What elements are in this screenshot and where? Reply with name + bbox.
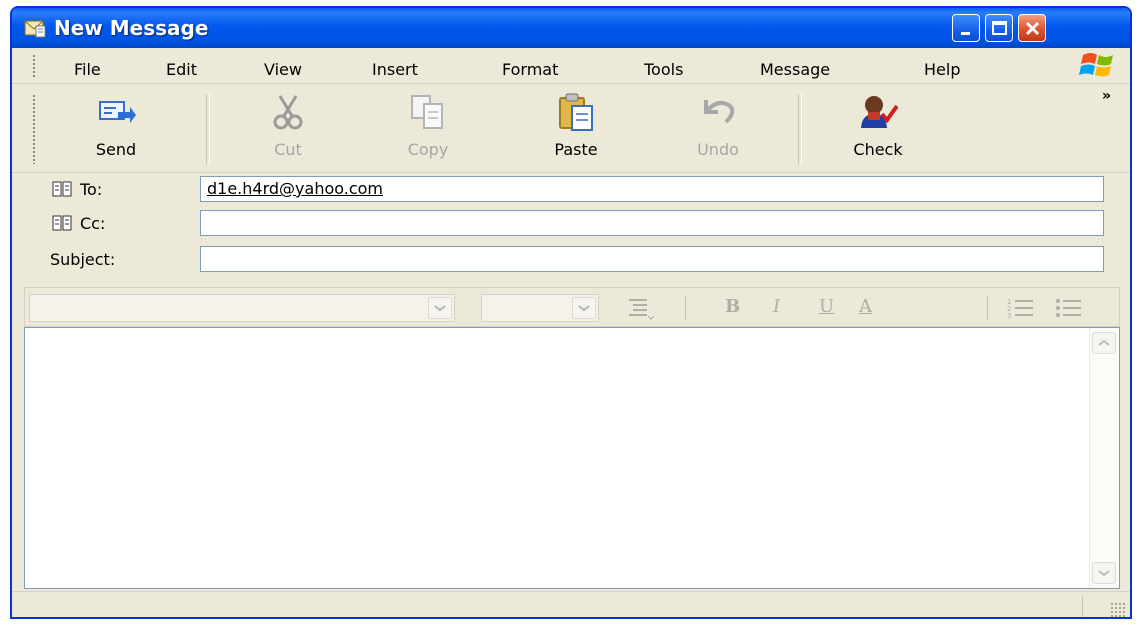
scroll-down-button[interactable] (1092, 562, 1116, 584)
close-button[interactable] (1018, 14, 1046, 42)
window-title: New Message (54, 16, 209, 40)
bold-button[interactable]: B (725, 296, 740, 317)
address-book-icon[interactable] (52, 215, 72, 231)
chevron-down-icon (428, 297, 452, 319)
resize-grip[interactable] (1110, 602, 1126, 617)
to-label[interactable]: To: (80, 180, 102, 199)
menu-message[interactable]: Message (760, 60, 830, 79)
font-name-select[interactable] (29, 294, 455, 322)
status-separator (1082, 596, 1083, 617)
numbered-list-icon[interactable]: 123 (1007, 296, 1035, 324)
toolbar-separator (206, 94, 210, 164)
menu-file[interactable]: File (74, 60, 101, 79)
cc-row: Cc: (12, 208, 1130, 240)
bulleted-list-icon[interactable] (1055, 296, 1083, 324)
cut-label: Cut (274, 140, 302, 159)
scroll-up-button[interactable] (1092, 332, 1116, 354)
send-button[interactable]: Send (76, 88, 156, 168)
message-body[interactable] (24, 327, 1120, 589)
toolbar-separator (798, 94, 802, 164)
check-label: Check (853, 140, 903, 159)
undo-label: Undo (697, 140, 739, 159)
undo-icon (698, 92, 738, 132)
italic-button[interactable]: I (773, 296, 780, 317)
address-book-icon[interactable] (52, 181, 72, 197)
maximize-button[interactable] (985, 14, 1013, 42)
format-separator (987, 296, 988, 320)
check-spelling-icon (858, 92, 899, 132)
chevron-down-icon (572, 297, 596, 319)
close-icon (1025, 21, 1040, 36)
paste-label: Paste (554, 140, 598, 159)
app-envelope-icon (24, 18, 46, 38)
scissors-icon (268, 92, 308, 132)
copy-icon (408, 92, 448, 132)
toolbar-overflow-chevron[interactable]: » (1102, 88, 1111, 104)
chevron-up-icon (1098, 339, 1110, 346)
copy-label: Copy (407, 140, 449, 159)
minimize-icon (961, 32, 970, 35)
maximize-icon (992, 21, 1007, 35)
menu-insert[interactable]: Insert (372, 60, 418, 79)
cc-label[interactable]: Cc: (80, 214, 105, 233)
format-separator (685, 296, 686, 320)
toolbar: Send Cut Copy Paste Undo Check » (12, 84, 1130, 173)
menu-format[interactable]: Format (502, 60, 558, 79)
check-button[interactable]: Check (838, 88, 918, 168)
subject-label: Subject: (50, 250, 116, 269)
cc-field[interactable] (200, 210, 1104, 236)
vertical-scrollbar[interactable] (1089, 328, 1119, 588)
status-bar (12, 591, 1130, 617)
underline-button[interactable]: U (819, 296, 834, 317)
subject-field[interactable] (200, 246, 1104, 272)
to-field[interactable]: d1e.h4rd@yahoo.com (200, 176, 1104, 202)
new-message-window: New Message File Edit View Insert Format… (10, 6, 1132, 619)
font-size-select[interactable] (481, 294, 599, 322)
formatting-toolbar: B I U A 123 (24, 287, 1120, 327)
subject-row: Subject: (12, 244, 1130, 276)
undo-button[interactable]: Undo (678, 88, 758, 168)
menu-grip[interactable] (32, 54, 36, 78)
paragraph-style-icon[interactable] (627, 296, 655, 326)
minimize-button[interactable] (952, 14, 980, 42)
toolbar-grip[interactable] (32, 94, 36, 164)
title-bar[interactable]: New Message (12, 8, 1130, 48)
cut-button[interactable]: Cut (248, 88, 328, 168)
menu-tools[interactable]: Tools (644, 60, 683, 79)
svg-text:3: 3 (1007, 312, 1011, 320)
menu-view[interactable]: View (264, 60, 302, 79)
menu-help[interactable]: Help (924, 60, 960, 79)
paste-icon (556, 92, 596, 132)
send-icon (96, 92, 136, 132)
send-label: Send (95, 140, 137, 159)
copy-button[interactable]: Copy (388, 88, 468, 168)
windows-flag-icon (1077, 51, 1117, 83)
font-color-button[interactable]: A (859, 296, 872, 317)
to-row: To: d1e.h4rd@yahoo.com (12, 174, 1130, 206)
menu-bar: File Edit View Insert Format Tools Messa… (12, 48, 1130, 84)
chevron-down-icon (1098, 570, 1110, 577)
paste-button[interactable]: Paste (536, 88, 616, 168)
menu-edit[interactable]: Edit (166, 60, 197, 79)
